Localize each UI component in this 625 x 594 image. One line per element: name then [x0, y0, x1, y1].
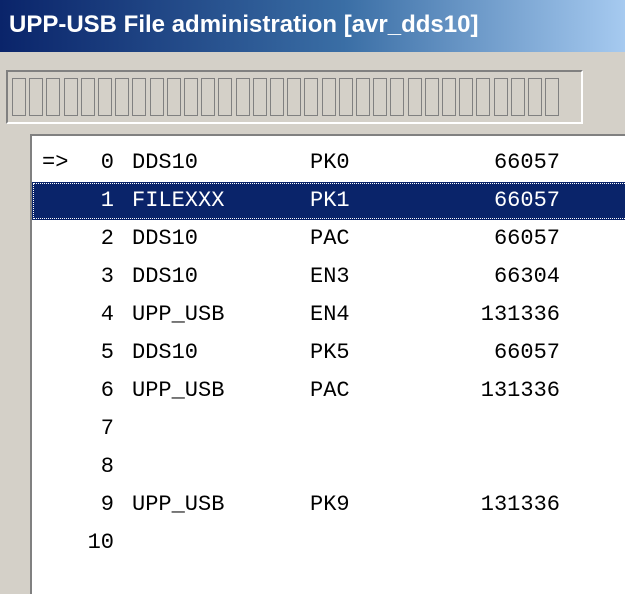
- progress-segment: [390, 78, 405, 116]
- progress-segment: [459, 78, 474, 116]
- file-administration-window: UPP-USB File administration [avr_dds10] …: [0, 0, 625, 594]
- file-name: DDS10: [132, 226, 199, 251]
- progress-segment: [528, 78, 542, 116]
- progress-segment: [252, 78, 267, 116]
- progress-segment: [29, 78, 44, 116]
- list-item[interactable]: 5 DDS10 PK5 66057: [32, 334, 625, 372]
- progress-segment: [201, 78, 216, 116]
- file-size: 66304: [493, 264, 560, 289]
- progress-segment: [476, 78, 491, 116]
- slot-number: 7: [100, 416, 114, 441]
- progress-segment: [424, 78, 439, 116]
- file-name: DDS10: [132, 264, 199, 289]
- progress-segment: [132, 78, 147, 116]
- file-extension: PK0: [310, 150, 350, 175]
- title-bar[interactable]: UPP-USB File administration [avr_dds10]: [0, 0, 625, 52]
- progress-segment: [493, 78, 508, 116]
- slot-number: 1: [100, 188, 114, 213]
- progress-segment: [80, 78, 95, 116]
- list-item[interactable]: 2 DDS10 PAC 66057: [32, 220, 625, 258]
- file-extension: PK1: [310, 188, 350, 213]
- file-name: DDS10: [132, 150, 199, 175]
- file-extension: PK9: [310, 492, 350, 517]
- current-marker: =>: [42, 150, 69, 175]
- progress-segment: [166, 78, 181, 116]
- file-size: 66057: [493, 226, 560, 251]
- progress-segment: [12, 78, 26, 116]
- progress-segment: [338, 78, 353, 116]
- file-size: 131336: [480, 492, 560, 517]
- slot-number: 2: [100, 226, 114, 251]
- file-size: 66057: [493, 188, 560, 213]
- file-size: 66057: [493, 340, 560, 365]
- progress-segment: [115, 78, 130, 116]
- window-title: UPP-USB File administration [avr_dds10]: [9, 11, 479, 38]
- list-item[interactable]: 4 UPP_USB EN4 131336: [32, 296, 625, 334]
- file-extension: PK5: [310, 340, 350, 365]
- progress-segment: [235, 78, 250, 116]
- list-item[interactable]: 6 UPP_USB PAC 131336: [32, 372, 625, 410]
- progress-segment: [218, 78, 233, 116]
- slot-number: 6: [100, 378, 114, 403]
- progress-segment: [373, 78, 388, 116]
- progress-segment: [510, 78, 525, 116]
- progress-segment: [442, 78, 456, 116]
- list-item[interactable]: 9 UPP_USB PK9 131336: [32, 486, 625, 524]
- slot-number: 3: [100, 264, 114, 289]
- progress-segment: [46, 78, 61, 116]
- file-list[interactable]: => 0 DDS10 PK0 66057 1 FILEXXX PK1 66057 2 DDS10 PA…: [30, 134, 625, 594]
- progress-segment: [270, 78, 284, 116]
- progress-segments: [8, 72, 581, 122]
- list-item[interactable]: 1 FILEXXX PK1 66057: [32, 182, 625, 220]
- list-item[interactable]: => 0 DDS10 PK0 66057: [32, 144, 625, 182]
- slot-number: 5: [100, 340, 114, 365]
- file-list-rows: => 0 DDS10 PK0 66057 1 FILEXXX PK1 66057 2 DDS10 PA…: [32, 144, 625, 562]
- file-extension: EN4: [310, 302, 350, 327]
- file-name: UPP_USB: [132, 302, 225, 327]
- list-item[interactable]: 10: [32, 524, 625, 562]
- slot-number: 0: [100, 150, 114, 175]
- progress-segment: [98, 78, 112, 116]
- slot-number: 4: [100, 302, 114, 327]
- progress-segment: [63, 78, 78, 116]
- progress-segment: [356, 78, 370, 116]
- list-item[interactable]: 7: [32, 410, 625, 448]
- progress-segment: [321, 78, 336, 116]
- list-item[interactable]: 8: [32, 448, 625, 486]
- progress-segment: [545, 78, 560, 116]
- file-size: 131336: [480, 302, 560, 327]
- file-name: DDS10: [132, 340, 199, 365]
- file-size: 66057: [493, 150, 560, 175]
- slot-number: 9: [100, 492, 114, 517]
- file-extension: EN3: [310, 264, 350, 289]
- progress-bar: [6, 70, 583, 124]
- slot-number: 8: [100, 454, 114, 479]
- slot-number: 10: [87, 530, 114, 555]
- file-name: UPP_USB: [132, 378, 225, 403]
- file-name: UPP_USB: [132, 492, 225, 517]
- progress-segment: [304, 78, 319, 116]
- file-size: 131336: [480, 378, 560, 403]
- list-item[interactable]: 3 DDS10 EN3 66304: [32, 258, 625, 296]
- file-extension: PAC: [310, 378, 350, 403]
- progress-segment: [287, 78, 302, 116]
- progress-segment: [149, 78, 164, 116]
- file-extension: PAC: [310, 226, 350, 251]
- progress-segment: [184, 78, 198, 116]
- file-name: FILEXXX: [132, 188, 225, 213]
- progress-segment: [407, 78, 422, 116]
